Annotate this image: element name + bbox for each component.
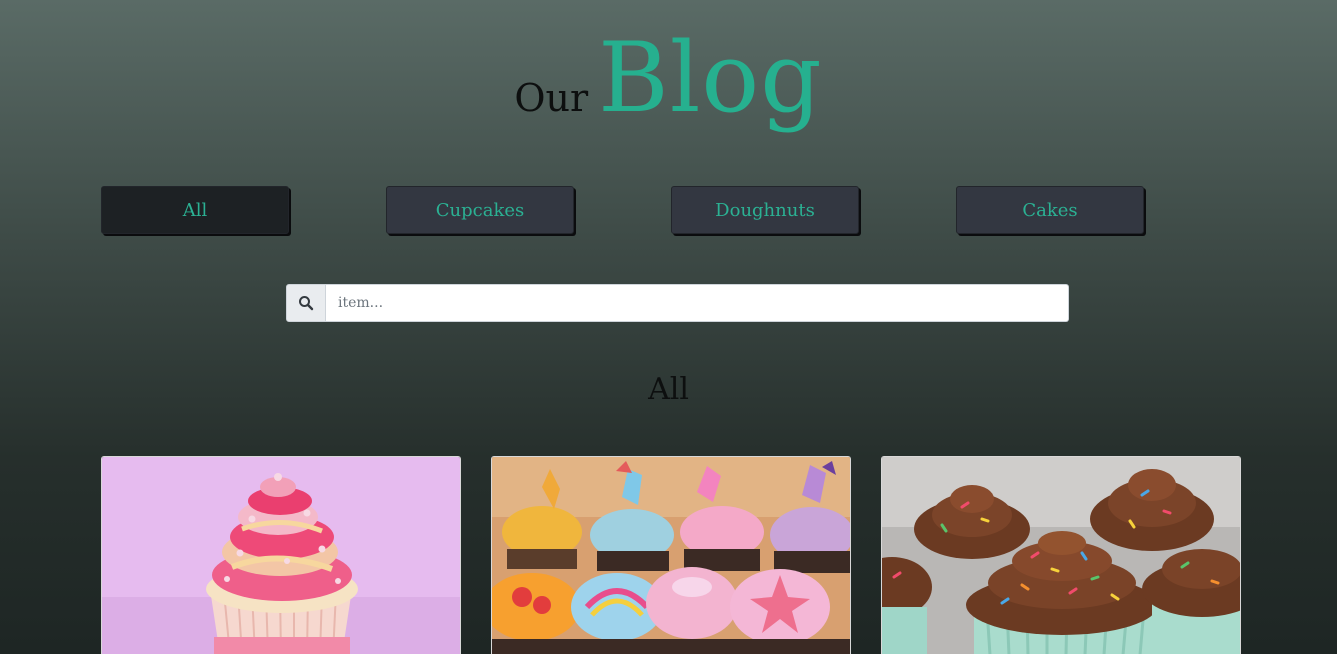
page-title: Our Blog <box>0 30 1337 126</box>
filter-bar: All Cupcakes Doughnuts Cakes <box>101 186 1241 236</box>
blog-card-pony-cupcakes[interactable] <box>491 456 851 654</box>
filter-cakes-button[interactable]: Cakes <box>956 186 1144 234</box>
search-bar <box>286 284 1069 322</box>
blog-card-pink-cupcake[interactable] <box>101 456 461 654</box>
blog-card-chocolate-cupcakes[interactable] <box>881 456 1241 654</box>
title-prefix: Our <box>514 76 589 120</box>
filter-doughnuts-button[interactable]: Doughnuts <box>671 186 859 234</box>
title-main: Blog <box>598 22 823 134</box>
search-input[interactable] <box>326 284 1069 322</box>
section-heading: All <box>648 372 689 407</box>
pink-cupcake-photo <box>102 457 460 654</box>
chocolate-cupcakes-photo <box>882 457 1240 654</box>
search-icon[interactable] <box>286 284 326 322</box>
filter-cupcakes-button[interactable]: Cupcakes <box>386 186 574 234</box>
pony-cupcakes-photo <box>492 457 850 654</box>
filter-all-button[interactable]: All <box>101 186 289 234</box>
